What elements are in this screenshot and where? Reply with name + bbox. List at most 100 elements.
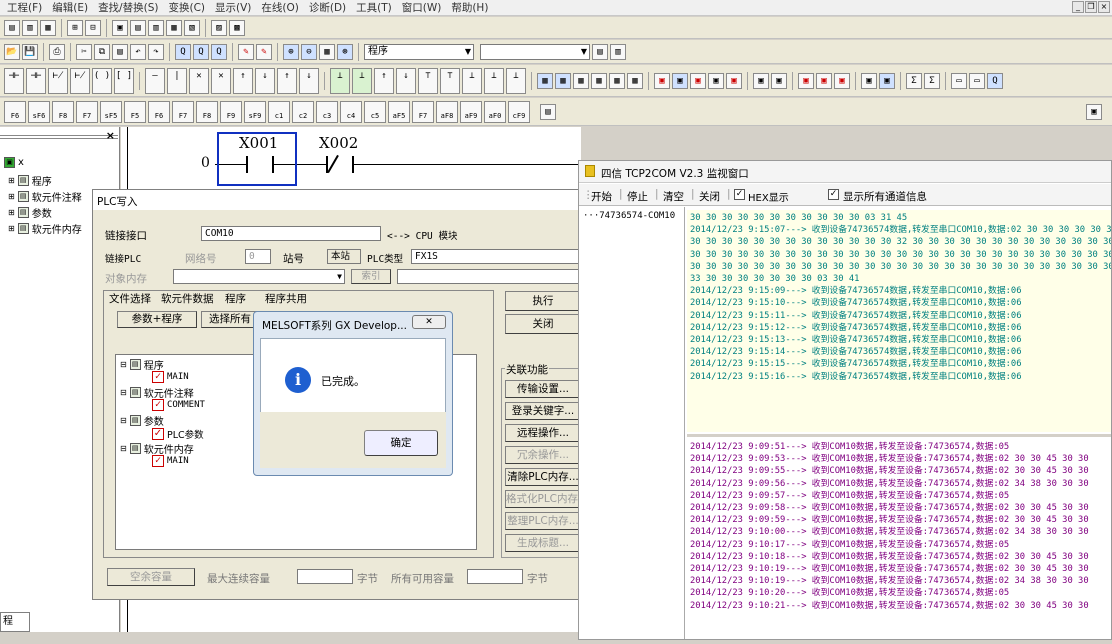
all-channels-checkbox[interactable]: ✓ [828, 189, 839, 200]
organize-plc-memory-button[interactable]: 整理PLC内存... [505, 512, 581, 530]
fkey-symbol-icon[interactable]: sF6 [28, 100, 50, 123]
fkey-symbol-icon[interactable]: F7 [172, 100, 194, 123]
toolbar-icon[interactable]: ⊞ [67, 19, 83, 36]
file-tree-parameter[interactable]: ⊟ ▤ 参数 [120, 413, 164, 428]
monitor-tool-icon[interactable]: ▦ [609, 72, 625, 89]
copy-icon[interactable]: ⧉ [94, 43, 110, 60]
toolbar-icon[interactable]: ▧ [184, 19, 200, 36]
fkey-symbol-icon[interactable]: c3 [316, 100, 338, 123]
checked-icon[interactable]: ✓ [152, 371, 164, 383]
plc-tool-icon[interactable]: ▣ [654, 72, 670, 89]
fkey-symbol-icon[interactable]: c2 [292, 100, 314, 123]
start-button[interactable]: 开始 [591, 189, 612, 204]
contact-x001[interactable] [246, 156, 274, 173]
keyword-register-button[interactable]: 登录关键字... [505, 402, 581, 420]
ladder-tool-icon[interactable]: ⊥ [352, 67, 372, 94]
parallel-falling-icon[interactable]: ↓ [299, 67, 319, 94]
tab-program-common[interactable]: 程序共用 [265, 291, 307, 306]
plc-tool-icon[interactable]: ▣ [879, 72, 895, 89]
file-tree-main[interactable]: ✓ MAIN [152, 371, 189, 383]
menu-convert[interactable]: 变换(C) [163, 0, 210, 15]
index-button[interactable]: 索引 [351, 269, 391, 284]
upper-log-panel[interactable]: 30 30 30 30 30 30 30 30 30 30 30 03 31 4… [687, 210, 1111, 432]
contact-parallel-no-icon[interactable]: ⊣⊢ [26, 67, 46, 94]
transfer-setup-button[interactable]: 传输设置... [505, 380, 581, 398]
diagnose-icon[interactable]: ⊛ [337, 43, 353, 60]
contact-nc-icon[interactable]: ⊬ [48, 67, 68, 94]
toolbar-icon[interactable]: ▥ [22, 19, 38, 36]
fkey-symbol-icon[interactable]: F8 [52, 100, 74, 123]
close-button[interactable]: 关闭 [505, 314, 581, 334]
toolbar-icon[interactable]: ▥ [148, 19, 164, 36]
close-button[interactable]: 关闭 [699, 189, 720, 204]
fkey-symbol-icon[interactable]: aF5 [388, 100, 410, 123]
application-instruction-icon[interactable]: [ ] [114, 67, 134, 94]
param-program-button[interactable]: 参数+程序 [117, 311, 197, 328]
menu-tools[interactable]: 工具(T) [351, 0, 397, 15]
bottom-tab-project[interactable]: 程 [0, 612, 30, 632]
toolbar-icon[interactable]: ▦ [166, 19, 182, 36]
file-tree-plc-param[interactable]: ✓ PLC参数 [152, 427, 204, 441]
fkey-symbol-icon[interactable]: sF9 [244, 100, 266, 123]
clear-button[interactable]: 清空 [663, 189, 684, 204]
search-icon[interactable]: Q [987, 72, 1003, 89]
monitor-tool-icon[interactable]: ▦ [555, 72, 571, 89]
toolbar-icon[interactable]: ▣ [112, 19, 128, 36]
ladder-tool-icon[interactable]: ⊥ [330, 67, 350, 94]
search-device-icon[interactable]: Q [193, 43, 209, 60]
write-plc-icon[interactable]: ✎ [238, 43, 254, 60]
toolbar-icon[interactable]: ▨ [211, 19, 227, 36]
plc-tool-icon[interactable]: ▣ [672, 72, 688, 89]
vertical-line-icon[interactable]: | [167, 67, 187, 94]
parallel-rising-icon[interactable]: ↑ [277, 67, 297, 94]
monitor-tool-icon[interactable]: ▦ [573, 72, 589, 89]
print-icon[interactable]: ⎙ [49, 43, 65, 60]
plc-tool-icon[interactable]: ▣ [861, 72, 877, 89]
fkey-symbol-icon[interactable]: c1 [268, 100, 290, 123]
checked-icon[interactable]: ✓ [152, 455, 164, 467]
ladder-tool-icon[interactable]: ⊥ [484, 67, 504, 94]
redo-icon[interactable]: ↷ [148, 43, 164, 60]
plc-tool-icon[interactable]: ▣ [690, 72, 706, 89]
monitor-icon[interactable]: ▦ [319, 43, 335, 60]
horizontal-line-icon[interactable]: — [145, 67, 165, 94]
plc-tool-icon[interactable]: ▣ [816, 72, 832, 89]
select-all-button[interactable]: 选择所有 [201, 311, 259, 328]
fkey-symbol-icon[interactable]: F6 [4, 100, 26, 123]
search-icon[interactable]: Q [175, 43, 191, 60]
fkey-symbol-icon[interactable]: sF5 [100, 100, 122, 123]
plc-tool-icon[interactable]: Σ [924, 72, 940, 89]
fkey-symbol-icon[interactable]: F5 [124, 100, 146, 123]
right-tool-icon[interactable]: ▣ [1086, 103, 1102, 120]
clear-plc-memory-button[interactable]: 清除PLC内存... [505, 468, 581, 486]
tree-item-parameter[interactable]: ⊞ ▤ 参数 [8, 205, 52, 220]
tree-item-program[interactable]: ⊞ ▤ 程序 [8, 173, 52, 188]
rising-pulse-icon[interactable]: ↑ [233, 67, 253, 94]
toolbar-icon[interactable]: ▩ [229, 19, 245, 36]
tree-item-device-memory[interactable]: ⊞ ▤ 软元件内存 [8, 221, 82, 236]
undo-icon[interactable]: ↶ [130, 43, 146, 60]
fkey-symbol-icon[interactable]: c5 [364, 100, 386, 123]
fkey-symbol-icon[interactable]: F9 [220, 100, 242, 123]
menu-help[interactable]: 帮助(H) [446, 0, 493, 15]
delete-horizontal-icon[interactable]: ✕ [189, 67, 209, 94]
plc-tool-icon[interactable]: ▭ [969, 72, 985, 89]
paste-icon[interactable]: ▤ [112, 43, 128, 60]
toolbar-icon[interactable]: ⊟ [85, 19, 101, 36]
ladder-tool-icon[interactable]: ⊤ [440, 67, 460, 94]
menu-view[interactable]: 显示(V) [210, 0, 256, 15]
ok-button[interactable]: 确定 [364, 430, 438, 456]
stop-button[interactable]: 停止 [627, 189, 648, 204]
tab-program[interactable]: 程序 [225, 291, 246, 306]
toolbar-icon[interactable]: ▤ [130, 19, 146, 36]
free-capacity-button[interactable]: 空余容量 [107, 568, 195, 586]
ladder-tool-icon[interactable]: ↑ [374, 67, 394, 94]
plc-tool-icon[interactable]: ▭ [951, 72, 967, 89]
menu-find-replace[interactable]: 查找/替换(S) [93, 0, 163, 15]
file-tree-device-memory[interactable]: ⊟ ▤ 软元件内存 [120, 441, 194, 456]
save-icon[interactable]: 💾 [22, 43, 38, 60]
tree-root[interactable]: ▣ x [4, 157, 24, 168]
ladder-tool-icon[interactable]: ↓ [396, 67, 416, 94]
menu-edit[interactable]: 编辑(E) [47, 0, 93, 15]
fkey-symbol-icon[interactable]: F6 [148, 100, 170, 123]
